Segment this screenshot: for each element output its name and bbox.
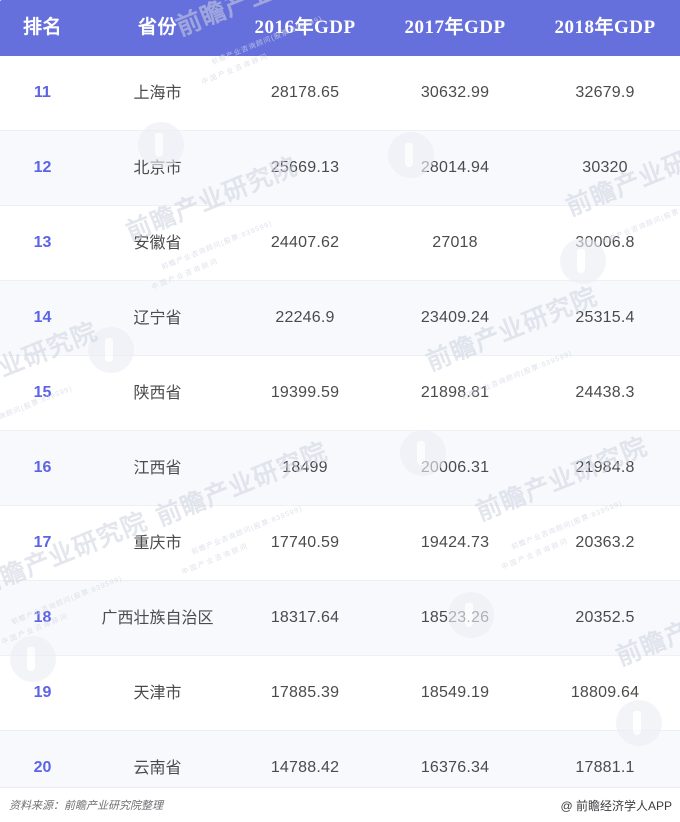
cell-province: 天津市 <box>85 655 230 731</box>
cell-rank: 18 <box>0 580 85 656</box>
table-container: 排名 省份 2016年GDP 2017年GDP 2018年GDP 11 上海市 28… <box>0 0 680 806</box>
table-row[interactable]: 19 天津市 17885.39 18549.19 18809.64 <box>0 655 680 731</box>
cell-gdp-2017: 21898.81 <box>380 355 530 431</box>
cell-gdp-2018: 30006.8 <box>530 205 680 281</box>
table-row[interactable]: 11 上海市 28178.65 30632.99 32679.9 <box>0 56 680 131</box>
cell-gdp-2018: 18809.64 <box>530 655 680 731</box>
cell-gdp-2017: 23409.24 <box>380 280 530 356</box>
column-header-gdp-2016[interactable]: 2016年GDP <box>230 0 380 56</box>
cell-province: 陕西省 <box>85 355 230 431</box>
table-row[interactable]: 16 江西省 18499 20006.31 21984.8 <box>0 430 680 506</box>
cell-gdp-2018: 30320 <box>530 130 680 206</box>
table-row[interactable]: 17 重庆市 17740.59 19424.73 20363.2 <box>0 505 680 581</box>
cell-gdp-2017: 27018 <box>380 205 530 281</box>
cell-province: 安徽省 <box>85 205 230 281</box>
column-header-rank[interactable]: 排名 <box>0 0 85 56</box>
cell-rank: 13 <box>0 205 85 281</box>
cell-gdp-2018: 21984.8 <box>530 430 680 506</box>
gdp-ranking-table: 排名 省份 2016年GDP 2017年GDP 2018年GDP 11 上海市 28… <box>0 0 680 806</box>
column-header-gdp-2017[interactable]: 2017年GDP <box>380 0 530 56</box>
cell-gdp-2017: 28014.94 <box>380 130 530 206</box>
cell-rank: 19 <box>0 655 85 731</box>
cell-gdp-2017: 19424.73 <box>380 505 530 581</box>
table-header: 排名 省份 2016年GDP 2017年GDP 2018年GDP <box>0 0 680 56</box>
cell-gdp-2016: 22246.9 <box>230 280 380 356</box>
cell-rank: 14 <box>0 280 85 356</box>
cell-gdp-2018: 32679.9 <box>530 56 680 131</box>
cell-province: 重庆市 <box>85 505 230 581</box>
column-header-gdp-2018[interactable]: 2018年GDP <box>530 0 680 56</box>
cell-rank: 11 <box>0 56 85 131</box>
column-header-province[interactable]: 省份 <box>85 0 230 56</box>
cell-gdp-2017: 20006.31 <box>380 430 530 506</box>
cell-gdp-2017: 18523.26 <box>380 580 530 656</box>
cell-gdp-2016: 18317.64 <box>230 580 380 656</box>
cell-gdp-2016: 18499 <box>230 430 380 506</box>
cell-province: 江西省 <box>85 430 230 506</box>
cell-gdp-2018: 20352.5 <box>530 580 680 656</box>
cell-gdp-2016: 25669.13 <box>230 130 380 206</box>
gdp-ranking-table-page: 前瞻产业研究院 前瞻产业咨询顾问(股票:839599) 中国产业咨询顾问 前瞻产… <box>0 0 680 822</box>
cell-rank: 12 <box>0 130 85 206</box>
table-row[interactable]: 18 广西壮族自治区 18317.64 18523.26 20352.5 <box>0 580 680 656</box>
cell-province: 广西壮族自治区 <box>85 580 230 656</box>
table-body: 11 上海市 28178.65 30632.99 32679.9 12 北京市 25669.1… <box>0 56 680 806</box>
cell-gdp-2016: 19399.59 <box>230 355 380 431</box>
footer: 资料来源：前瞻产业研究院整理 @ 前瞻经济学人APP <box>0 787 680 822</box>
table-row[interactable]: 15 陕西省 19399.59 21898.81 24438.3 <box>0 355 680 431</box>
cell-gdp-2016: 17740.59 <box>230 505 380 581</box>
cell-rank: 17 <box>0 505 85 581</box>
cell-rank: 16 <box>0 430 85 506</box>
table-header-row: 排名 省份 2016年GDP 2017年GDP 2018年GDP <box>0 0 680 56</box>
source-note: 资料来源：前瞻产业研究院整理 <box>9 800 163 812</box>
cell-province: 上海市 <box>85 56 230 131</box>
table-row[interactable]: 13 安徽省 24407.62 27018 30006.8 <box>0 205 680 281</box>
cell-rank: 15 <box>0 355 85 431</box>
cell-gdp-2016: 24407.62 <box>230 205 380 281</box>
cell-gdp-2017: 30632.99 <box>380 56 530 131</box>
cell-gdp-2018: 20363.2 <box>530 505 680 581</box>
cell-gdp-2016: 17885.39 <box>230 655 380 731</box>
cell-gdp-2018: 25315.4 <box>530 280 680 356</box>
cell-province: 辽宁省 <box>85 280 230 356</box>
cell-gdp-2016: 28178.65 <box>230 56 380 131</box>
table-row[interactable]: 12 北京市 25669.13 28014.94 30320 <box>0 130 680 206</box>
table-row[interactable]: 14 辽宁省 22246.9 23409.24 25315.4 <box>0 280 680 356</box>
cell-gdp-2018: 24438.3 <box>530 355 680 431</box>
cell-province: 北京市 <box>85 130 230 206</box>
cell-gdp-2017: 18549.19 <box>380 655 530 731</box>
app-attribution: @ 前瞻经济学人APP <box>560 799 672 813</box>
